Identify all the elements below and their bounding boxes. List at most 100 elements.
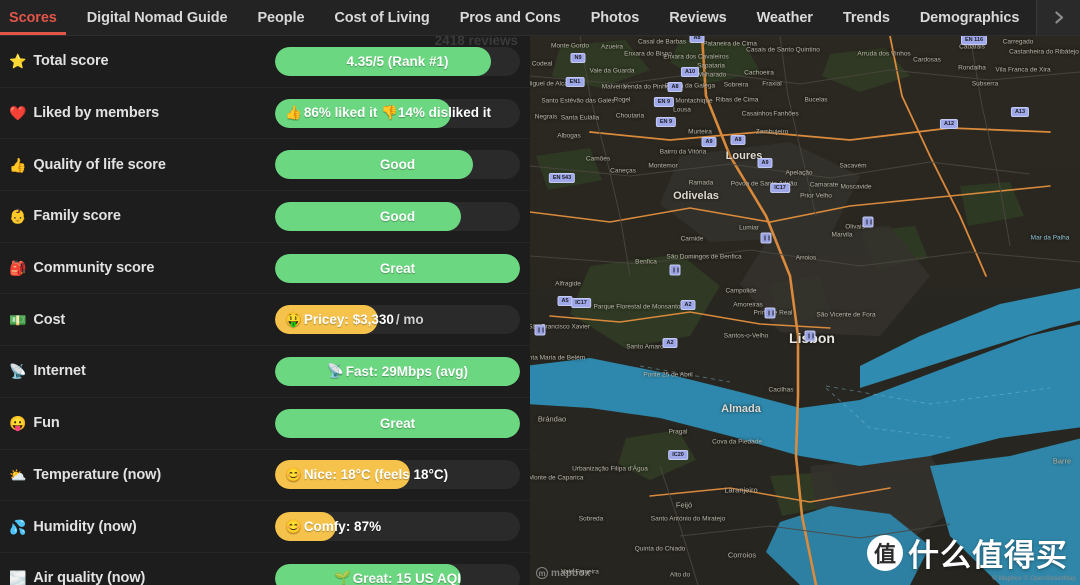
baby-icon: 👶: [9, 208, 27, 225]
score-bar-track: 😊 Comfy: 87%: [275, 512, 520, 542]
score-bar-track: 🤑 Pricey: $3,330/ mo: [275, 305, 520, 335]
city-map[interactable]: Azueira Casal de Barbas Enxara do Bispo Enx…: [530, 36, 1080, 585]
score-label-text: Air quality (now): [33, 570, 146, 585]
score-value-text: Comfy: 87%: [303, 519, 382, 535]
score-bar-label: 📡 Fast: 29Mbps (avg): [275, 357, 520, 386]
nav-tab-scores[interactable]: Scores: [0, 0, 72, 35]
score-bar-label: Good: [275, 150, 520, 179]
satellite-dish-icon: 📡: [9, 363, 27, 380]
score-value-text: Great: 15 US AQI: [352, 570, 462, 585]
score-row[interactable]: 💦 Humidity (now) 😊 Comfy: 87%: [0, 501, 530, 553]
scores-panel: 2418 reviews ⭐ Total score 4.35/5 (Rank #1…: [0, 36, 530, 585]
score-bar-track: Good: [275, 150, 520, 180]
score-value-text: Good: [379, 208, 416, 224]
air-quality-icon: 🌫️: [9, 570, 27, 585]
score-row[interactable]: ⛅ Temperature (now) 😊 Nice: 18°C (feels 18°…: [0, 450, 530, 502]
weather-icon: ⛅: [9, 466, 27, 483]
score-value-emoji: 😊: [285, 466, 302, 482]
score-value-emoji: 🤑: [285, 311, 302, 327]
map-canvas: [530, 36, 1080, 585]
mapbox-wordmark: mapbox: [551, 567, 591, 579]
score-label: 🌫️ Air quality (now): [9, 570, 275, 585]
score-bar-track: 📡 Fast: 29Mbps (avg): [275, 356, 520, 386]
score-bar-label: 😊 Nice: 18°C (feels 18°C): [275, 460, 520, 489]
mapbox-logo[interactable]: m mapbox: [536, 567, 591, 579]
money-icon: 💵: [9, 311, 27, 328]
score-row[interactable]: 👍 Quality of life score Good: [0, 139, 530, 192]
score-label: ❤️ Liked by members: [9, 105, 275, 121]
score-label-text: Total score: [33, 53, 109, 70]
score-value-emoji: 🌱: [333, 570, 351, 585]
score-value-emoji: 😊: [285, 518, 302, 534]
score-bar-label: Good: [275, 202, 520, 231]
score-row-list: ⭐ Total score 4.35/5 (Rank #1) ❤️ Liked by m…: [0, 36, 530, 585]
score-label-text: Fun: [33, 415, 60, 432]
score-bar-label: Great: [275, 409, 520, 438]
score-row[interactable]: 🌫️ Air quality (now) 🌱 Great: 15 US AQI: [0, 553, 530, 585]
score-bar-label: 4.35/5 (Rank #1): [275, 47, 520, 76]
chevron-right-icon: [1055, 11, 1064, 24]
score-bar-label: 🤑 Pricey: $3,330/ mo: [275, 305, 520, 334]
score-label-text: Family score: [33, 208, 121, 225]
mapbox-mark-icon: m: [536, 567, 548, 579]
score-bar-track: Great: [275, 408, 520, 438]
content-split: 2418 reviews ⭐ Total score 4.35/5 (Rank #1…: [0, 36, 1080, 585]
fun-face-icon: 😛: [9, 415, 27, 432]
nav-scroll-right-button[interactable]: [1036, 0, 1080, 35]
humidity-icon: 💦: [9, 518, 27, 535]
nav-tab-demographics[interactable]: Demographics: [905, 0, 1035, 35]
score-row[interactable]: ❤️ Liked by members 👍 86% liked it 👎14% dis…: [0, 88, 530, 140]
score-bar-label: Great: [275, 254, 520, 283]
score-value-text: Nice: 18°C (feels 18°C): [303, 467, 449, 483]
score-label-text: Community score: [33, 260, 155, 277]
map-attribution: © Mapbox © OpenStreetMap: [991, 575, 1076, 582]
score-bar-track: 4.35/5 (Rank #1): [275, 46, 520, 76]
nav-tab-people[interactable]: People: [242, 0, 319, 35]
score-label: 😛 Fun: [9, 415, 275, 431]
score-bar-track: Good: [275, 201, 520, 231]
score-label: ⭐ Total score: [9, 53, 275, 69]
nav-tab-weather[interactable]: Weather: [742, 0, 828, 35]
score-row[interactable]: 🎒 Community score Great: [0, 243, 530, 295]
score-value-emoji: 📡: [326, 363, 344, 379]
nav-tab-photos[interactable]: Photos: [576, 0, 655, 35]
reviews-count: 2418 reviews: [434, 36, 518, 48]
score-label-text: Cost: [33, 311, 66, 328]
score-label-text: Quality of life score: [33, 156, 166, 173]
score-label-text: Temperature (now): [33, 466, 162, 483]
heart-icon: ❤️: [9, 105, 27, 122]
nav-tab-list[interactable]: Scores Digital Nomad Guide People Cost of L…: [0, 0, 1036, 35]
score-label: 💵 Cost: [9, 312, 275, 328]
score-label: 💦 Humidity (now): [9, 519, 275, 535]
score-value-text: Pricey: $3,330: [303, 312, 394, 328]
nav-tab-pros-and-cons[interactable]: Pros and Cons: [445, 0, 576, 35]
backpack-icon: 🎒: [9, 260, 27, 277]
score-label: 📡 Internet: [9, 363, 275, 379]
score-label: 🎒 Community score: [9, 260, 275, 276]
score-value-text: 4.35/5 (Rank #1): [346, 53, 449, 69]
score-row[interactable]: 💵 Cost 🤑 Pricey: $3,330/ mo: [0, 294, 530, 347]
score-value-text: Good: [379, 157, 416, 173]
nav-tab-reviews[interactable]: Reviews: [654, 0, 741, 35]
star-icon: ⭐: [9, 53, 27, 70]
score-bar-label: 👍 86% liked it 👎14% disliked it: [275, 99, 520, 128]
score-row[interactable]: 👶 Family score Good: [0, 191, 530, 243]
score-label: 👶 Family score: [9, 208, 275, 224]
nav-tab-digital-nomad-guide[interactable]: Digital Nomad Guide: [72, 0, 243, 35]
score-value-text: 86% liked it 👎14% disliked it: [303, 105, 491, 121]
score-row[interactable]: 😛 Fun Great: [0, 398, 530, 450]
score-value-text: Great: [379, 415, 416, 431]
nav-tab-chat[interactable]: Chat: [1034, 0, 1036, 35]
score-bar-label: 🌱 Great: 15 US AQI: [275, 564, 520, 585]
score-row[interactable]: 📡 Internet 📡 Fast: 29Mbps (avg): [0, 346, 530, 398]
nav-tab-trends[interactable]: Trends: [828, 0, 905, 35]
score-value-suffix: / mo: [395, 312, 424, 328]
score-value-text: Great: [379, 260, 416, 276]
nav-tab-cost-of-living[interactable]: Cost of Living: [319, 0, 444, 35]
score-label: 👍 Quality of life score: [9, 157, 275, 173]
score-label-text: Liked by members: [33, 105, 160, 122]
score-label-text: Internet: [33, 363, 86, 380]
main-navigation: Scores Digital Nomad Guide People Cost of L…: [0, 0, 1080, 36]
score-value-text: Fast: 29Mbps (avg): [345, 363, 469, 379]
nomadlist-city-page: Scores Digital Nomad Guide People Cost of L…: [0, 0, 1080, 585]
